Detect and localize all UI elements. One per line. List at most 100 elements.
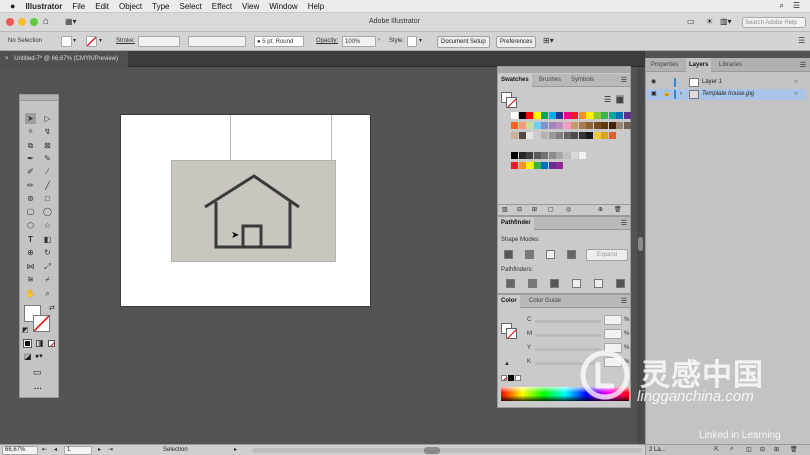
stroke-label[interactable]: Stroke: [116, 38, 135, 44]
color-swatch[interactable] [623, 122, 631, 129]
shape-builder-tool-icon[interactable]: ⊕ [25, 247, 36, 258]
color-swatch[interactable] [586, 112, 593, 119]
document-setup-button[interactable]: Document Setup [437, 36, 490, 48]
polygon-tool-icon[interactable]: ⬡ [25, 220, 36, 231]
grid-view-icon[interactable]: ▦ [616, 95, 624, 104]
color-swatch[interactable] [541, 122, 548, 129]
brush-definition-dropdown[interactable]: ● 5 pt. Round [254, 36, 304, 47]
color-swatch[interactable] [541, 132, 548, 139]
horizontal-scrollbar-thumb[interactable] [424, 447, 440, 454]
template-house-image[interactable] [171, 160, 336, 262]
visibility-eye-icon[interactable]: ◉ [651, 77, 656, 88]
color-swatch[interactable] [578, 152, 586, 159]
pen-tool-icon[interactable]: ✒ [25, 153, 36, 164]
color-swatch[interactable] [571, 152, 578, 159]
color-swatch[interactable] [526, 162, 533, 169]
fill-dropdown-icon[interactable]: ▾ [73, 37, 76, 44]
color-fill-stroke-preview[interactable] [501, 323, 517, 339]
color-swatch[interactable] [511, 152, 518, 159]
menu-edit[interactable]: Edit [95, 2, 109, 11]
close-window-button[interactable] [6, 18, 14, 26]
style-dropdown-icon[interactable]: ▾ [419, 37, 422, 44]
color-swatch[interactable] [578, 132, 586, 139]
blob-brush-tool-icon[interactable]: ⊛ [25, 193, 36, 204]
gradient-tool-icon[interactable]: ◧ [42, 234, 53, 245]
type-tool-icon[interactable]: T [25, 234, 36, 245]
menu-help[interactable]: Help [308, 2, 324, 11]
color-group-icon[interactable]: ▢ [548, 206, 554, 213]
tab-brushes[interactable]: Brushes [536, 74, 564, 87]
color-mode-icon[interactable] [23, 339, 32, 348]
menu-effect[interactable]: Effect [212, 2, 232, 11]
graphic-style-swatch[interactable] [407, 36, 417, 47]
color-swatch[interactable] [526, 122, 533, 129]
merge-button[interactable] [550, 279, 559, 288]
app-name[interactable]: Illustrator [25, 2, 62, 11]
fill-color-swatch[interactable] [61, 36, 72, 47]
exclude-button[interactable] [567, 250, 576, 259]
workspace-layout-icon[interactable]: ▦▾ [65, 17, 77, 26]
color-swatch[interactable] [616, 112, 623, 119]
paintbrush-tool-icon[interactable]: ✐ [25, 166, 36, 177]
color-swatch[interactable] [526, 152, 533, 159]
opacity-field[interactable]: 100% [342, 36, 376, 47]
star-tool-icon[interactable]: ☆ [42, 220, 53, 231]
minus-front-button[interactable] [525, 250, 534, 259]
color-swatch[interactable] [586, 122, 593, 129]
rotate-tool-icon[interactable]: ↻ [42, 247, 53, 258]
rectangle-tool-icon[interactable]: □ [42, 193, 53, 204]
artboard-next-icon[interactable]: ▸ [98, 446, 101, 453]
menu-list-icon[interactable]: ☰ [793, 1, 800, 10]
color-swatch[interactable] [556, 112, 563, 119]
color-swatch[interactable] [548, 152, 556, 159]
draw-inside-icon[interactable]: ●▾ [35, 352, 43, 360]
document-tab[interactable]: × Untitled-7* @ 66,67% (CMYK/Preview) [0, 51, 128, 67]
color-swatch[interactable] [548, 122, 556, 129]
artboard-first-icon[interactable]: ⇤ [42, 446, 47, 453]
opacity-label[interactable]: Opacity: [316, 38, 338, 44]
selection-tool-icon[interactable]: ➤ [25, 113, 36, 124]
zoom-tool-icon[interactable]: ⌕ [42, 288, 53, 299]
color-swatch[interactable] [511, 132, 518, 139]
ellipse-tool-icon[interactable]: ◯ [42, 206, 53, 217]
out-of-gamut-icon[interactable]: ▲ [504, 361, 510, 367]
control-bar-menu-icon[interactable]: ☰ [798, 36, 805, 45]
stroke-swatch[interactable] [33, 315, 50, 332]
color-swatch[interactable] [511, 122, 518, 129]
color-swatch[interactable] [548, 112, 556, 119]
color-swatch[interactable] [518, 112, 526, 119]
stroke-color-swatch[interactable] [86, 36, 97, 47]
color-swatch[interactable] [608, 112, 616, 119]
apple-icon[interactable]: ● [10, 1, 15, 11]
scale-tool-icon[interactable]: ⤢ [42, 261, 53, 272]
maximize-window-button[interactable] [30, 18, 38, 26]
white-color-chip[interactable] [515, 375, 521, 381]
color-swatch[interactable] [571, 112, 578, 119]
menu-type[interactable]: Type [152, 2, 169, 11]
swatch-options-icon[interactable]: ⊞ [532, 206, 537, 213]
color-swatch[interactable] [533, 152, 541, 159]
opacity-dropdown-icon[interactable]: › [378, 37, 380, 43]
hand-tool-icon[interactable]: ✋ [25, 288, 36, 299]
swatch-libraries-icon[interactable]: ▥ [502, 206, 508, 213]
color-swatch[interactable] [563, 152, 571, 159]
menu-select[interactable]: Select [180, 2, 202, 11]
outline-button[interactable] [594, 279, 603, 288]
color-swatch[interactable] [548, 162, 556, 169]
color-swatch[interactable] [601, 132, 608, 139]
color-swatch[interactable] [556, 122, 563, 129]
color-swatch[interactable] [608, 122, 616, 129]
menu-file[interactable]: File [72, 2, 85, 11]
stroke-weight-field[interactable] [138, 36, 180, 47]
swatches-fill-stroke-preview[interactable] [501, 92, 517, 108]
home-icon[interactable]: ⌂ [43, 16, 49, 27]
list-view-icon[interactable]: ☰ [604, 95, 611, 104]
arrange-documents-icon[interactable]: ⊞▾ [543, 36, 554, 45]
show-swatch-kinds-icon[interactable]: ⊟ [517, 206, 522, 213]
layer-name[interactable]: Layer 1 [702, 77, 722, 88]
color-swatch[interactable] [533, 162, 541, 169]
none-mode-icon[interactable] [48, 340, 55, 347]
tab-pathfinder[interactable]: Pathfinder [498, 217, 534, 230]
artboard-number-field[interactable]: 1 [64, 446, 92, 455]
direct-selection-tool-icon[interactable]: ▷ [42, 113, 53, 124]
